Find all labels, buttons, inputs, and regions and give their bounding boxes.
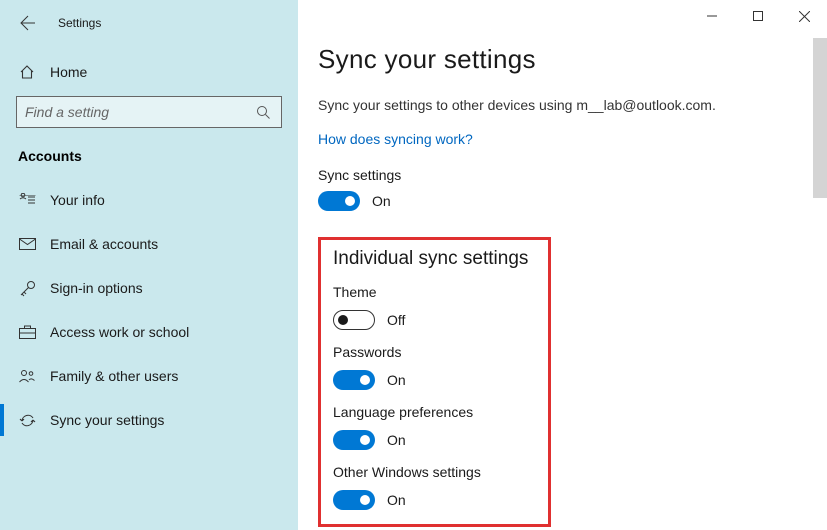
- passwords-toggle-row: On: [333, 370, 536, 390]
- sidebar: Settings Home Accounts Your info Email &…: [0, 0, 298, 530]
- maximize-icon: [753, 11, 763, 21]
- minimize-icon: [707, 11, 717, 21]
- language-toggle-row: On: [333, 430, 536, 450]
- minimize-button[interactable]: [689, 0, 735, 32]
- other-toggle-row: On: [333, 490, 536, 510]
- sync-settings-toggle-row: On: [318, 191, 811, 211]
- back-button[interactable]: [12, 8, 44, 38]
- search-box[interactable]: [16, 96, 282, 128]
- other-state: On: [387, 492, 406, 508]
- help-link[interactable]: How does syncing work?: [318, 131, 811, 147]
- close-icon: [799, 11, 810, 22]
- briefcase-icon: [18, 323, 36, 341]
- search-button[interactable]: [253, 102, 273, 122]
- window-title: Settings: [58, 16, 101, 30]
- window-controls: [689, 0, 827, 32]
- mail-icon: [18, 235, 36, 253]
- page-description: Sync your settings to other devices usin…: [318, 97, 811, 113]
- theme-label: Theme: [333, 284, 536, 300]
- search-icon: [256, 105, 271, 120]
- people-icon: [18, 367, 36, 385]
- theme-toggle-row: Off: [333, 310, 536, 330]
- other-toggle[interactable]: [333, 490, 375, 510]
- key-icon: [18, 279, 36, 297]
- search-wrap: [0, 96, 298, 128]
- passwords-toggle[interactable]: [333, 370, 375, 390]
- individual-sync-box: Individual sync settings Theme Off Passw…: [318, 237, 551, 527]
- maximize-button[interactable]: [735, 0, 781, 32]
- sidebar-item-label: Sign-in options: [50, 280, 143, 296]
- nav-home[interactable]: Home: [0, 52, 298, 92]
- sidebar-item-label: Sync your settings: [50, 412, 164, 428]
- sync-settings-toggle[interactable]: [318, 191, 360, 211]
- titlebar: Settings: [0, 8, 298, 38]
- sidebar-item-label: Your info: [50, 192, 105, 208]
- sidebar-item-sync[interactable]: Sync your settings: [0, 398, 298, 442]
- sidebar-item-signin[interactable]: Sign-in options: [0, 266, 298, 310]
- sidebar-item-email[interactable]: Email & accounts: [0, 222, 298, 266]
- sidebar-item-label: Access work or school: [50, 324, 189, 340]
- sidebar-item-work-school[interactable]: Access work or school: [0, 310, 298, 354]
- page-title: Sync your settings: [318, 44, 811, 75]
- sync-settings-state: On: [372, 193, 391, 209]
- sidebar-section-header: Accounts: [0, 128, 298, 178]
- close-button[interactable]: [781, 0, 827, 32]
- sidebar-item-label: Family & other users: [50, 368, 178, 384]
- search-input[interactable]: [25, 104, 253, 120]
- main-content: Sync your settings Sync your settings to…: [298, 0, 827, 530]
- sidebar-item-label: Email & accounts: [50, 236, 158, 252]
- theme-toggle[interactable]: [333, 310, 375, 330]
- theme-state: Off: [387, 312, 405, 328]
- language-state: On: [387, 432, 406, 448]
- sidebar-item-family[interactable]: Family & other users: [0, 354, 298, 398]
- passwords-label: Passwords: [333, 344, 536, 360]
- language-toggle[interactable]: [333, 430, 375, 450]
- person-card-icon: [18, 191, 36, 209]
- individual-sync-heading: Individual sync settings: [333, 248, 536, 270]
- nav-home-label: Home: [50, 64, 87, 80]
- sync-icon: [18, 411, 36, 429]
- language-label: Language preferences: [333, 404, 536, 420]
- home-icon: [18, 63, 36, 81]
- sidebar-item-your-info[interactable]: Your info: [0, 178, 298, 222]
- passwords-state: On: [387, 372, 406, 388]
- sync-settings-label: Sync settings: [318, 167, 811, 183]
- scrollbar[interactable]: [813, 38, 827, 198]
- other-label: Other Windows settings: [333, 464, 536, 480]
- arrow-left-icon: [20, 15, 36, 31]
